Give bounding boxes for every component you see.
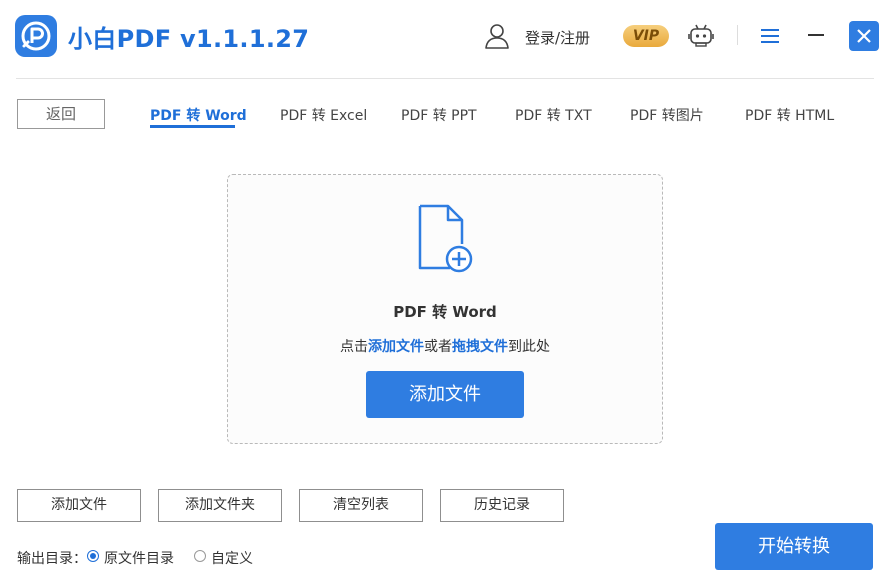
- hint-add-file: 添加文件: [368, 339, 424, 355]
- app-logo-icon: [15, 15, 57, 57]
- radio-original-dir[interactable]: [87, 550, 99, 562]
- menu-icon[interactable]: [761, 28, 779, 44]
- add-file-button[interactable]: 添加文件: [17, 489, 141, 522]
- login-register-link[interactable]: 登录/注册: [525, 27, 590, 48]
- output-dir-label: 输出目录：: [17, 551, 87, 567]
- header-separator: [16, 78, 874, 79]
- clear-list-button[interactable]: 清空列表: [299, 489, 423, 522]
- close-icon[interactable]: [849, 21, 879, 51]
- tab-pdf-to-image[interactable]: PDF 转图片: [630, 105, 704, 125]
- vip-badge[interactable]: VIP: [623, 25, 669, 47]
- tab-pdf-to-ppt[interactable]: PDF 转 PPT: [401, 105, 477, 125]
- back-button[interactable]: 返回: [17, 99, 105, 129]
- history-button[interactable]: 历史记录: [440, 489, 564, 522]
- hint-drag-file: 拖拽文件: [452, 339, 508, 355]
- drop-zone-hint: 点击添加文件或者拖拽文件到此处: [340, 339, 550, 355]
- user-icon[interactable]: [483, 22, 511, 50]
- drop-zone-title: PDF 转 Word: [393, 303, 497, 321]
- file-drop-zone[interactable]: PDF 转 Word 点击添加文件或者拖拽文件到此处 添加文件: [227, 174, 663, 444]
- tab-pdf-to-html[interactable]: PDF 转 HTML: [745, 105, 834, 125]
- add-file-button-primary[interactable]: 添加文件: [366, 371, 524, 418]
- start-convert-button[interactable]: 开始转换: [715, 523, 873, 570]
- tab-pdf-to-txt[interactable]: PDF 转 TXT: [515, 105, 592, 125]
- app-title: 小白PDF v1.1.1.27: [68, 25, 310, 53]
- radio-original-dir-label[interactable]: 原文件目录: [104, 548, 174, 568]
- minimize-icon[interactable]: [808, 34, 824, 36]
- file-add-icon: [418, 204, 473, 273]
- active-tab-indicator: [150, 125, 235, 128]
- radio-custom-dir[interactable]: [194, 550, 206, 562]
- radio-custom-dir-label[interactable]: 自定义: [211, 548, 253, 568]
- tab-pdf-to-word[interactable]: PDF 转 Word: [150, 105, 247, 125]
- add-folder-button[interactable]: 添加文件夹: [158, 489, 282, 522]
- tab-pdf-to-excel[interactable]: PDF 转 Excel: [280, 105, 367, 125]
- header-divider: [737, 25, 738, 45]
- robot-icon[interactable]: [688, 23, 714, 49]
- title-bar: 小白PDF v1.1.1.27 登录/注册 VIP: [0, 0, 895, 78]
